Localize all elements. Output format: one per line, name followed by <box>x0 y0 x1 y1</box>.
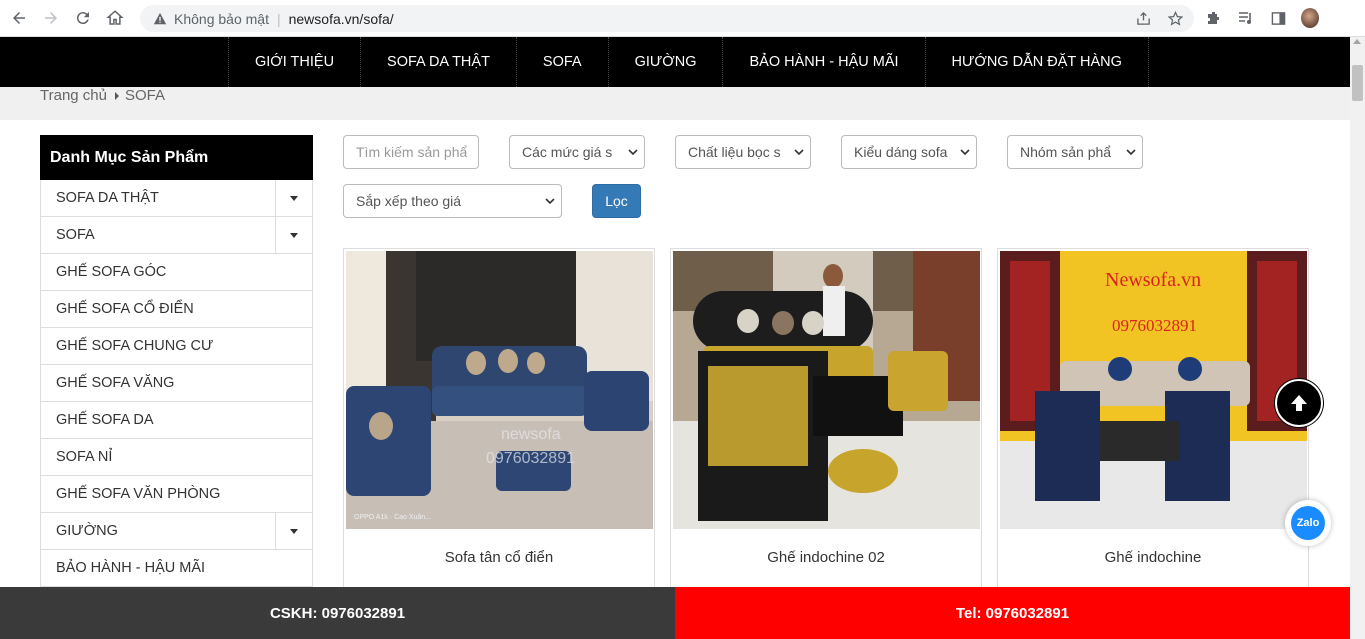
profile-avatar[interactable] <box>1301 8 1319 28</box>
search-placeholder: Tìm kiếm sản phẩ <box>356 144 468 160</box>
sort-select[interactable]: Sắp xếp theo giá <box>343 184 562 218</box>
back-icon[interactable] <box>6 5 32 31</box>
chevron-down-icon <box>794 149 804 156</box>
watermark-phone: 0976032891 <box>486 450 575 467</box>
reload-icon[interactable] <box>70 5 96 31</box>
product-image[interactable]: newsofa 0976032891 OPPO A1k · Cao Xuân..… <box>346 251 653 529</box>
menu-item-gioi-thieu[interactable]: GIỚI THIỆU <box>228 37 360 87</box>
price-select[interactable]: Các mức giá s <box>509 135 645 169</box>
bottom-contact-bar: CSKH: 0976032891 Tel: 0976032891 <box>0 587 1350 639</box>
product-name[interactable]: Ghế indochine <box>998 549 1308 566</box>
sidebar-item-ghe-sofa-goc[interactable]: GHẾ SOFA GÓC <box>40 254 313 291</box>
caret-down-icon[interactable] <box>275 180 312 216</box>
product-image[interactable] <box>673 251 980 529</box>
sidebar-item-giuong[interactable]: GIƯỜNG <box>40 513 313 550</box>
menu-item-sofa-da-that[interactable]: SOFA DA THẬT <box>360 37 516 87</box>
arrow-up-icon <box>1291 395 1307 411</box>
category-sidebar: Danh Mục Sản Phẩm SOFA DA THẬT SOFA GHẾ … <box>40 135 313 587</box>
search-input[interactable]: Tìm kiếm sản phẩ <box>343 135 479 169</box>
menu-item-huong-dan[interactable]: HƯỚNG DẪN ĐẶT HÀNG <box>924 37 1149 87</box>
scrollbar-thumb[interactable] <box>1352 65 1363 101</box>
caret-down-icon[interactable] <box>275 513 312 549</box>
sidebar-item-label: GHẾ SOFA VĂNG <box>56 375 175 391</box>
watermark-text: newsofa <box>501 426 561 443</box>
home-icon[interactable] <box>102 5 128 31</box>
caret-down-icon[interactable] <box>275 217 312 253</box>
page-scrollbar[interactable] <box>1350 37 1365 639</box>
style-select[interactable]: Kiểu dáng sofa <box>841 135 977 169</box>
sidebar-item-label: GIƯỜNG <box>56 523 118 539</box>
scroll-up-icon[interactable] <box>1353 39 1361 44</box>
sidebar-item-label: BẢO HÀNH - HẬU MÃI <box>56 560 206 576</box>
page-viewport: GIỚI THIỆU SOFA DA THẬT SOFA GIƯỜNG BẢO … <box>0 37 1350 639</box>
sidebar-item-label: GHẾ SOFA CHUNG CƯ <box>56 338 214 354</box>
zalo-icon: Zalo <box>1291 506 1325 540</box>
sidebar-item-bao-hanh[interactable]: BẢO HÀNH - HẬU MÃI <box>40 550 313 587</box>
security-label: Không bảo mật <box>174 10 269 27</box>
sidebar-item-sofa-ni[interactable]: SOFA NỈ <box>40 439 313 476</box>
sidebar-item-label: GHẾ SOFA GÓC <box>56 264 167 280</box>
breadcrumb-current: SOFA <box>124 87 165 104</box>
back-to-top-button[interactable] <box>1275 379 1323 427</box>
sidebar-title: Danh Mục Sản Phẩm <box>40 135 313 180</box>
group-select[interactable]: Nhóm sản phẩ <box>1007 135 1143 169</box>
sidebar-item-label: SOFA <box>56 227 95 243</box>
sort-select-value: Sắp xếp theo giá <box>356 193 462 209</box>
group-select-value: Nhóm sản phẩ <box>1020 144 1112 160</box>
side-panel-icon[interactable] <box>1269 8 1287 28</box>
sidebar-item-label: GHẾ SOFA CỔ ĐIỂN <box>56 301 194 317</box>
chevron-down-icon <box>545 198 555 205</box>
sidebar-item-sofa-da-that[interactable]: SOFA DA THẬT <box>40 180 313 217</box>
menu-item-sofa[interactable]: SOFA <box>515 37 608 87</box>
sidebar-item-label: GHẾ SOFA VĂN PHÒNG <box>56 486 221 502</box>
tel-phone-link[interactable]: Tel: 0976032891 <box>675 587 1350 639</box>
breadcrumb-home-link[interactable]: Trang chủ <box>40 87 107 104</box>
material-select[interactable]: Chất liệu bọc s <box>675 135 811 169</box>
sidebar-item-ghe-sofa-van-phong[interactable]: GHẾ SOFA VĂN PHÒNG <box>40 476 313 513</box>
product-card[interactable]: Newsofa.vn 0976032891 Ghế indochine <box>997 248 1309 608</box>
sidebar-item-label: GHẾ SOFA DA <box>56 412 154 428</box>
breadcrumb-arrow-icon <box>114 91 119 100</box>
material-select-value: Chất liệu bọc s <box>688 144 781 160</box>
sidebar-item-label: SOFA DA THẬT <box>56 190 159 206</box>
menu-item-bao-hanh[interactable]: BẢO HÀNH - HẬU MÃI <box>722 37 924 87</box>
breadcrumb: Trang chủ SOFA <box>40 87 165 104</box>
chevron-down-icon <box>628 149 638 156</box>
style-select-value: Kiểu dáng sofa <box>854 144 948 160</box>
product-card[interactable]: newsofa 0976032891 OPPO A1k · Cao Xuân..… <box>343 248 655 608</box>
chevron-down-icon <box>1126 149 1136 156</box>
share-icon[interactable] <box>1134 9 1152 27</box>
sidebar-item-ghe-sofa-da[interactable]: GHẾ SOFA DA <box>40 402 313 439</box>
sidebar-item-ghe-sofa-vang[interactable]: GHẾ SOFA VĂNG <box>40 365 313 402</box>
omnibox-divider: | <box>276 10 281 27</box>
product-card[interactable]: Ghế indochine 02 <box>670 248 982 608</box>
menu-item-giuong[interactable]: GIƯỜNG <box>607 37 723 87</box>
sidebar-item-ghe-sofa-co-dien[interactable]: GHẾ SOFA CỔ ĐIỂN <box>40 291 313 328</box>
sidebar-item-sofa[interactable]: SOFA <box>40 217 313 254</box>
extensions-icon[interactable] <box>1205 8 1223 28</box>
forward-icon[interactable] <box>38 5 64 31</box>
camera-tag: OPPO A1k · Cao Xuân... <box>354 514 431 521</box>
product-image[interactable]: Newsofa.vn 0976032891 <box>1000 251 1307 529</box>
warning-icon <box>152 11 168 27</box>
bookmark-star-icon[interactable] <box>1166 9 1184 27</box>
main-menu: GIỚI THIỆU SOFA DA THẬT SOFA GIƯỜNG BẢO … <box>228 37 1149 87</box>
sidebar-item-label: SOFA NỈ <box>56 449 113 465</box>
filter-submit-button[interactable]: Lọc <box>592 184 641 218</box>
cskh-phone-link[interactable]: CSKH: 0976032891 <box>0 587 675 639</box>
media-control-icon[interactable] <box>1237 8 1255 28</box>
url-text[interactable]: newsofa.vn/sofa/ <box>289 11 394 27</box>
main-menu-bar: GIỚI THIỆU SOFA DA THẬT SOFA GIƯỜNG BẢO … <box>0 37 1350 87</box>
banner-phone: 0976032891 <box>1112 316 1197 335</box>
sidebar-item-ghe-sofa-chung-cu[interactable]: GHẾ SOFA CHUNG CƯ <box>40 328 313 365</box>
product-name[interactable]: Ghế indochine 02 <box>671 549 981 566</box>
zalo-chat-button[interactable]: Zalo <box>1285 500 1331 546</box>
chevron-down-icon <box>960 149 970 156</box>
price-select-value: Các mức giá s <box>522 144 613 160</box>
browser-toolbar: Không bảo mật | newsofa.vn/sofa/ <box>0 0 1365 37</box>
breadcrumb-band <box>0 87 1350 120</box>
address-bar[interactable]: Không bảo mật | newsofa.vn/sofa/ <box>140 5 1194 32</box>
product-name[interactable]: Sofa tân cổ điển <box>344 549 654 566</box>
banner-text: Newsofa.vn <box>1105 269 1201 291</box>
